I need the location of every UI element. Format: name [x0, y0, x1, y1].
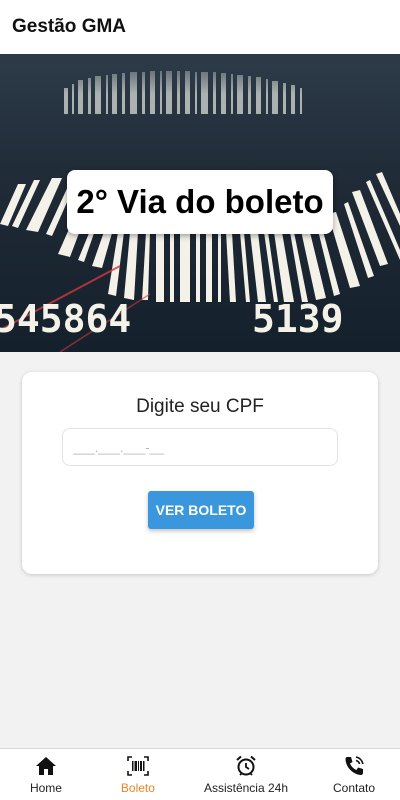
hero-banner: 545864 5139 2° Via do boleto	[0, 54, 400, 352]
app-bar: Gestão GMA	[0, 0, 400, 54]
nav-label-assistencia: Assistência 24h	[203, 781, 288, 795]
home-icon	[35, 755, 57, 777]
nav-item-contato[interactable]: Contato	[308, 749, 400, 800]
hero-title-badge: 2° Via do boleto	[67, 170, 333, 234]
nav-label-boleto: Boleto	[120, 781, 155, 795]
nav-label-home: Home	[29, 781, 62, 795]
nav-item-home[interactable]: Home	[0, 749, 92, 800]
ver-boleto-button[interactable]: VER BOLETO	[148, 491, 254, 529]
alarm-clock-icon	[235, 755, 257, 777]
phone-icon	[343, 755, 365, 777]
nav-label-contato: Contato	[333, 781, 376, 795]
bottom-nav: Home Boleto Assistência 24h Contato	[0, 748, 400, 800]
cpf-label: Digite seu CPF	[136, 396, 264, 417]
barcode-digits-right: 5139	[252, 297, 344, 341]
cpf-input[interactable]	[62, 428, 338, 466]
cpf-card: Digite seu CPF VER BOLETO	[22, 372, 378, 574]
nav-item-assistencia[interactable]: Assistência 24h	[184, 749, 308, 800]
app-title: Gestão GMA	[12, 16, 127, 37]
nav-item-boleto[interactable]: Boleto	[92, 749, 184, 800]
barcode-digits-left: 545864	[0, 297, 131, 341]
barcode-icon	[127, 755, 149, 777]
hero-title: 2° Via do boleto	[76, 183, 324, 220]
